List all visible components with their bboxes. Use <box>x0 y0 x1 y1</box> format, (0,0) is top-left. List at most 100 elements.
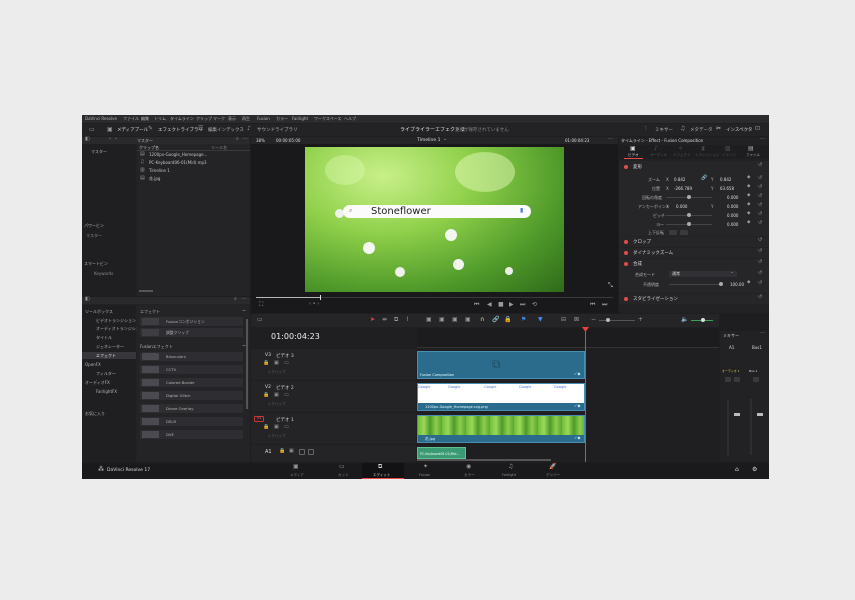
audio-clip[interactable]: PC-Keyboard06-01(Mid... <box>417 447 466 459</box>
reset-icon[interactable]: ↺ <box>758 212 762 217</box>
reset-icon[interactable]: ↺ <box>758 260 762 265</box>
sidebar-toggle-icon[interactable]: ◧ <box>85 297 90 302</box>
zoom-out-icon[interactable]: − <box>591 317 596 323</box>
keyframe-icon[interactable]: ◆ <box>747 184 750 190</box>
page-tab[interactable]: 🚀 デリバー <box>538 463 568 479</box>
menu-clip[interactable]: クリップ <box>196 116 212 122</box>
section-enable-toggle[interactable] <box>624 251 628 255</box>
keyframe-icon[interactable]: ◆ <box>747 193 750 199</box>
menu-color[interactable]: カラー <box>276 116 288 122</box>
effect-item[interactable]: DVE <box>140 430 243 439</box>
auto-select-icon[interactable]: ▣ <box>274 425 279 430</box>
zoom-slider-knob[interactable] <box>606 318 610 322</box>
monitor-icon[interactable]: ▭ <box>89 127 95 133</box>
effects-tab-icon[interactable]: ✧ <box>678 146 683 152</box>
track-name[interactable]: ビデオ 3 <box>276 353 294 359</box>
horizontal-scrollbar[interactable] <box>417 459 551 461</box>
menu-edit[interactable]: 編集 <box>141 116 149 122</box>
menu-file[interactable]: ファイル <box>123 116 139 122</box>
stabilization-heading[interactable]: スタビライゼーション <box>633 296 678 302</box>
master-bin[interactable]: マスター <box>91 149 107 155</box>
trim-tool-icon[interactable]: ⇹ <box>382 317 387 323</box>
mute-button[interactable] <box>734 377 740 382</box>
reset-icon[interactable]: ↺ <box>758 185 762 190</box>
page-tab-active[interactable]: ⧉ エディット <box>362 463 404 479</box>
section-enable-toggle[interactable] <box>624 297 628 301</box>
timeline-view-icon[interactable]: ▭ <box>257 317 263 323</box>
tree-fairlight-fx[interactable]: FairlightFX <box>96 389 117 394</box>
solo-button[interactable] <box>299 449 305 455</box>
metadata-button[interactable]: メタデータ <box>690 127 713 133</box>
prev-edit-icon[interactable]: ⏮ <box>590 302 595 308</box>
composite-mode-select[interactable]: 通常 ⌄ <box>669 270 737 277</box>
fullscreen-icon[interactable]: ⊡ <box>755 126 760 132</box>
pitch-value[interactable]: 0.000 <box>727 213 738 218</box>
menu-fairlight[interactable]: Fairlight <box>292 116 308 121</box>
opacity-value[interactable]: 100.00 <box>730 282 744 287</box>
mixer-icon[interactable]: ⫶ <box>645 126 647 132</box>
timeline-name[interactable]: Timeline 1 <box>417 138 440 143</box>
tab-file[interactable]: ファイル <box>746 153 760 158</box>
snapping-icon[interactable]: ∩ <box>480 317 484 323</box>
vertical-scrollbar[interactable] <box>246 319 248 409</box>
menu-trim[interactable]: トリム <box>154 116 166 122</box>
media-pool-button[interactable]: メディアプール <box>117 127 148 133</box>
home-icon[interactable]: ⌂ <box>735 467 739 473</box>
reset-icon[interactable]: ↺ <box>758 271 762 276</box>
sound-library-icon[interactable]: ♪ <box>247 126 251 132</box>
flip-vertical-button[interactable] <box>680 230 688 235</box>
speaker-icon[interactable]: 🔈 <box>681 317 688 323</box>
next-edit-icon[interactable]: ⏭ <box>602 302 607 308</box>
play-reverse-icon[interactable]: ◀ <box>487 302 492 308</box>
more-options-icon[interactable]: ⋯ <box>760 331 765 336</box>
effect-item[interactable]: Binoculars <box>140 352 243 361</box>
horizontal-scrollbar[interactable] <box>139 290 153 292</box>
reset-icon[interactable]: ↺ <box>758 194 762 199</box>
zoom-detail-icon[interactable]: ⊠ <box>574 317 579 323</box>
mixer-button[interactable]: ミキサー <box>655 127 673 133</box>
blade-tool-icon[interactable]: ⌇ <box>406 317 409 323</box>
page-tab[interactable]: ▣ メディア <box>282 463 312 479</box>
tree-filters[interactable]: フィルター <box>96 371 116 377</box>
zoom-slider[interactable] <box>599 320 635 321</box>
edit-index-icon[interactable]: ☰ <box>198 126 203 132</box>
effect-item[interactable]: Drone Overlay <box>140 404 243 413</box>
tree-titles[interactable]: タイトル <box>96 335 112 341</box>
viewer-image[interactable]: ⌕ Stoneflower ▮ <box>305 147 564 292</box>
menu-timeline[interactable]: タイムライン <box>170 116 194 122</box>
track-name[interactable]: ビデオ 2 <box>276 385 294 391</box>
metadata-icon[interactable]: ♫ <box>680 126 685 132</box>
auto-select-icon[interactable]: ▣ <box>274 361 279 366</box>
transition-tab-icon[interactable]: ⧗ <box>701 146 705 152</box>
track-name[interactable]: ビデオ 1 <box>276 417 294 423</box>
more-options-icon[interactable]: ⋯ <box>243 137 248 142</box>
fusion-composition-clip[interactable]: ⧉ Fusion Composition ✓◆ <box>417 351 585 379</box>
tree-generators[interactable]: ジェネレーター <box>96 344 124 350</box>
power-bin-master[interactable]: マスター <box>86 233 102 239</box>
keyframe-icon[interactable]: ◆ <box>747 202 750 208</box>
reset-icon[interactable]: ↺ <box>758 295 762 300</box>
auto-select-icon[interactable]: ▣ <box>289 449 294 454</box>
chevron-down-icon[interactable]: ⌄ <box>443 137 447 142</box>
jump-end-icon[interactable]: ⏭ <box>520 302 525 308</box>
sound-library-button[interactable]: サウンドライブラリ <box>257 127 298 133</box>
list-item[interactable]: 花.jpg <box>149 176 160 182</box>
tree-favorites[interactable]: お気に入り <box>85 411 105 417</box>
image-tab-icon[interactable]: ▨ <box>725 146 731 152</box>
flip-horizontal-button[interactable] <box>669 230 677 235</box>
google-image-clip[interactable]: Google Google Google Google Google 1200p… <box>417 383 585 411</box>
lock-icon[interactable]: 🔒 <box>263 361 269 366</box>
more-options-icon[interactable]: ⋯ <box>760 137 765 142</box>
lock-icon[interactable]: 🔒 <box>263 393 269 398</box>
flower-image-clip[interactable]: 花.jpg ✓◆ <box>417 415 585 443</box>
track-visibility-icon[interactable]: ▭ <box>284 361 289 366</box>
place-on-top-icon[interactable]: ▣ <box>465 317 471 323</box>
dynamic-zoom-heading[interactable]: ダイナミックズーム <box>633 250 673 256</box>
effect-item[interactable]: DSLR <box>140 417 243 426</box>
keyframe-icon[interactable]: ◆ <box>747 175 750 181</box>
lock-icon[interactable]: 🔒 <box>279 449 285 454</box>
position-y-value[interactable]: 63.658 <box>720 186 734 191</box>
settings-icon[interactable]: ⚙ <box>752 467 757 473</box>
page-tab[interactable]: ◉ カラー <box>455 463 485 479</box>
transform-overlay-icon[interactable]: ⛶ <box>259 302 263 308</box>
